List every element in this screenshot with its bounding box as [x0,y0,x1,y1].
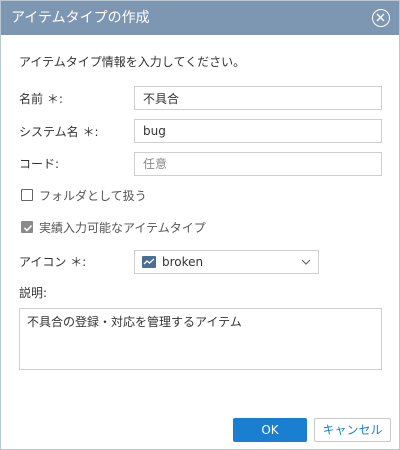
dialog-titlebar: アイテムタイプの作成 [1,1,399,35]
checkmark-icon [23,224,33,232]
cancel-button[interactable]: キャンセル [314,418,391,442]
ok-button[interactable]: OK [233,418,307,442]
icon-select[interactable]: broken [134,250,319,274]
system-name-label: システム名 ＊: [19,125,99,139]
actual-input-checkbox-label: 実績入力可能なアイテムタイプ [39,221,206,235]
icon-select-value: broken [162,255,204,269]
system-name-input[interactable] [134,119,382,143]
broken-line-icon [142,256,156,268]
description-textarea[interactable]: 不具合の登録・対応を管理するアイテム [19,308,382,370]
name-label: 名前 ＊: [19,92,63,106]
instruction-text: アイテムタイプ情報を入力してください。 [19,55,246,69]
chevron-down-icon [301,259,311,265]
icon-label: アイコン ＊: [19,255,87,269]
code-input[interactable] [134,152,382,176]
close-icon [376,13,385,22]
create-item-type-dialog: アイテムタイプの作成 アイテムタイプ情報を入力してください。 名前 ＊: システ… [0,0,400,450]
folder-checkbox-label: フォルダとして扱う [39,189,147,203]
folder-checkbox[interactable] [21,189,33,201]
close-button[interactable] [372,9,390,27]
dialog-title: アイテムタイプの作成 [11,10,150,26]
code-label: コード: [19,157,60,171]
name-input[interactable] [134,86,382,110]
actual-input-checkbox[interactable] [21,221,33,233]
description-label: 説明: [19,286,48,300]
